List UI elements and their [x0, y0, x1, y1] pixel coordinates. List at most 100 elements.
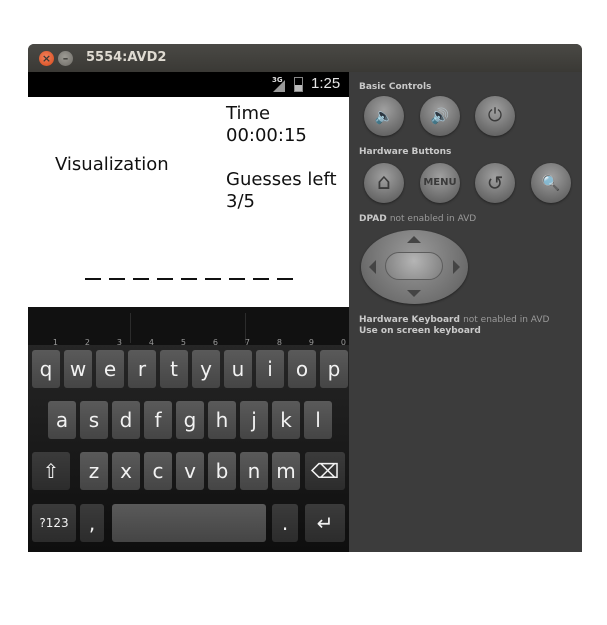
dpad-center-button[interactable]: [385, 252, 443, 280]
suggestion-divider: [130, 313, 131, 343]
emulator-window: × – 5554:AVD2 3G 1:25 Visualization Time…: [28, 44, 582, 552]
close-window-button[interactable]: ×: [39, 51, 54, 66]
key-n[interactable]: n: [240, 452, 268, 490]
back-button[interactable]: ↺: [475, 163, 515, 203]
guesses-label: Guesses left: [226, 169, 337, 190]
search-icon: 🔍: [541, 174, 561, 192]
minimize-window-button[interactable]: –: [58, 51, 73, 66]
dpad-right-icon[interactable]: [453, 260, 460, 274]
key-f[interactable]: f: [144, 401, 172, 439]
symbols-key[interactable]: ?123: [32, 504, 76, 542]
key-hint: 9: [308, 338, 314, 347]
key-n-label: n: [247, 459, 261, 483]
key-m-label: m: [276, 459, 296, 483]
volume-up-button[interactable]: 🔊: [420, 96, 460, 136]
volume-down-button[interactable]: 🔈: [364, 96, 404, 136]
title-bar: × – 5554:AVD2: [28, 44, 582, 72]
key-r[interactable]: r4: [128, 338, 156, 388]
delete-key[interactable]: ⌫: [305, 452, 345, 490]
key-v[interactable]: v: [176, 452, 204, 490]
letter-blank: [109, 278, 125, 280]
dpad-note: not enabled in AVD: [389, 214, 477, 224]
letter-blank: [85, 278, 101, 280]
key-hint: 0: [340, 338, 346, 347]
key-s-label: s: [88, 408, 100, 432]
key-d[interactable]: d: [112, 401, 140, 439]
key-hint: 3: [116, 338, 122, 347]
suggestion-strip: [28, 307, 349, 345]
dpad[interactable]: [361, 230, 468, 304]
dpad-left-icon[interactable]: [369, 260, 376, 274]
home-button[interactable]: ⌂: [364, 163, 404, 203]
comma-key[interactable]: ,: [80, 504, 104, 542]
key-y-label: y: [200, 357, 212, 381]
space-key[interactable]: [112, 504, 266, 542]
shift-key-label: ⇧: [42, 459, 60, 483]
letter-blank: [253, 278, 269, 280]
key-l[interactable]: l: [304, 401, 332, 439]
key-g-label: g: [183, 408, 197, 432]
key-w-label: w: [69, 357, 87, 381]
key-s[interactable]: s: [80, 401, 108, 439]
menu-button[interactable]: MENU: [420, 163, 460, 203]
key-w[interactable]: w2: [64, 338, 92, 388]
key-z[interactable]: z: [80, 452, 108, 490]
key-c[interactable]: c: [144, 452, 172, 490]
key-o-label: o: [295, 357, 309, 381]
game-area: Visualization Time 00:00:15 Guesses left…: [28, 97, 349, 307]
key-c-label: c: [152, 459, 164, 483]
shift-key[interactable]: ⇧: [32, 452, 70, 490]
key-t[interactable]: t5: [160, 338, 188, 388]
key-j-label: j: [251, 408, 257, 432]
key-hint: 2: [84, 338, 90, 347]
time-label: Time: [226, 103, 271, 124]
key-k[interactable]: k: [272, 401, 300, 439]
battery-icon: [294, 77, 303, 92]
letter-blank: [229, 278, 245, 280]
status-time: 1:25: [311, 75, 341, 92]
controls-panel: Basic Controls 🔈 🔊 ⏻ Hardware Buttons ⌂ …: [349, 72, 582, 552]
dpad-label: DPAD not enabled in AVD: [359, 214, 476, 224]
key-i[interactable]: i8: [256, 338, 284, 388]
key-u-label: u: [231, 357, 245, 381]
use-onscreen-keyboard-label: Use on screen keyboard: [359, 326, 481, 336]
key-m[interactable]: m: [272, 452, 300, 490]
letter-blank: [157, 278, 173, 280]
key-v-label: v: [184, 459, 196, 483]
key-r-label: r: [137, 357, 147, 381]
key-e[interactable]: e3: [96, 338, 124, 388]
key-b[interactable]: b: [208, 452, 236, 490]
key-d-label: d: [119, 408, 133, 432]
key-h[interactable]: h: [208, 401, 236, 439]
status-bar: 3G 1:25: [28, 72, 349, 97]
enter-key[interactable]: ↵: [305, 504, 345, 542]
dpad-down-icon[interactable]: [407, 290, 421, 297]
key-p-label: p: [327, 357, 341, 381]
hardware-buttons-label: Hardware Buttons: [359, 147, 452, 157]
key-q[interactable]: q1: [32, 338, 60, 388]
key-p[interactable]: p0: [320, 338, 348, 388]
search-button[interactable]: 🔍: [531, 163, 571, 203]
power-button[interactable]: ⏻: [475, 96, 515, 136]
key-x[interactable]: x: [112, 452, 140, 490]
basic-controls-label: Basic Controls: [359, 82, 432, 92]
key-j[interactable]: j: [240, 401, 268, 439]
delete-key-label: ⌫: [310, 459, 340, 483]
dpad-up-icon[interactable]: [407, 236, 421, 243]
letter-blank: [133, 278, 149, 280]
key-u[interactable]: u7: [224, 338, 252, 388]
device-screen: 3G 1:25 Visualization Time 00:00:15 Gues…: [28, 72, 349, 552]
key-k-label: k: [280, 408, 292, 432]
key-g[interactable]: g: [176, 401, 204, 439]
key-h-label: h: [215, 408, 229, 432]
period-key[interactable]: .: [272, 504, 298, 542]
key-a[interactable]: a: [48, 401, 76, 439]
word-blanks: [85, 278, 301, 280]
letter-blank: [205, 278, 221, 280]
volume-up-icon: 🔊: [430, 107, 450, 125]
letter-blank: [181, 278, 197, 280]
key-x-label: x: [120, 459, 132, 483]
key-o[interactable]: o9: [288, 338, 316, 388]
key-y[interactable]: y6: [192, 338, 220, 388]
dpad-title: DPAD: [359, 214, 387, 224]
